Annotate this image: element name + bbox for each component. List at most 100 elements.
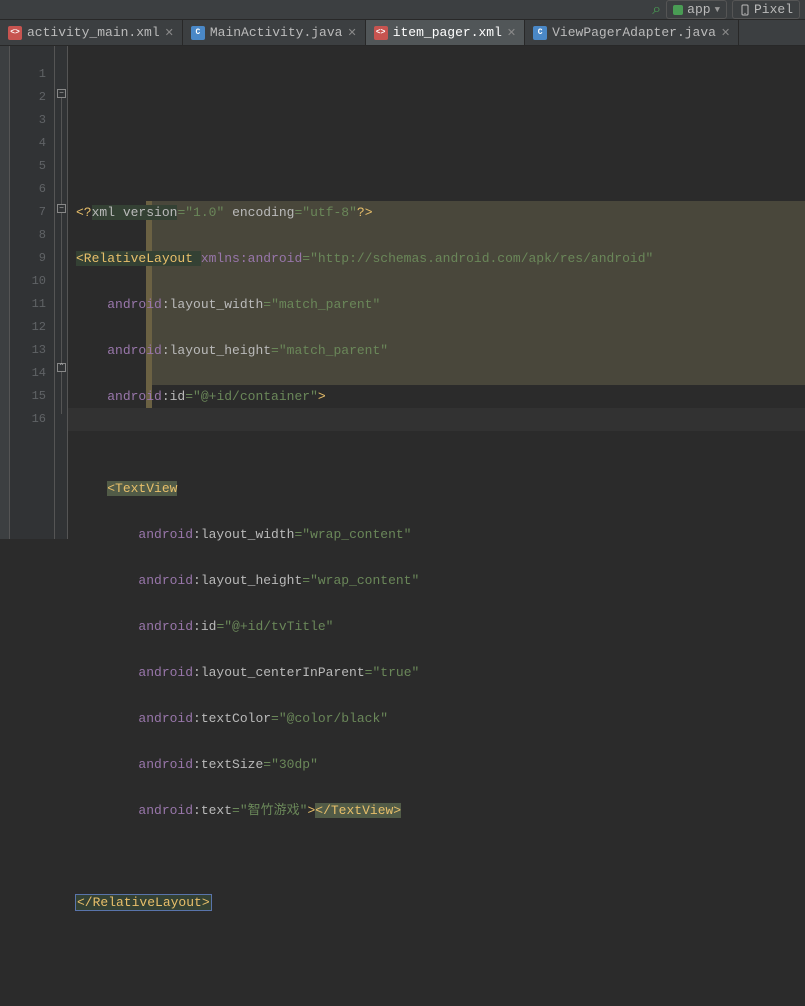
device-icon (739, 4, 751, 16)
fold-toggle-icon[interactable]: − (57, 204, 66, 213)
eq: = (302, 251, 310, 266)
ns: android (107, 389, 162, 404)
tab-main-activity[interactable]: C MainActivity.java ✕ (183, 20, 366, 45)
val: "@+id/container" (193, 389, 318, 404)
ns: android (107, 343, 162, 358)
device-selector[interactable]: Pixel (732, 0, 800, 19)
attr: :layout_width (162, 297, 263, 312)
line-number: 2 (10, 86, 46, 109)
tab-item-pager[interactable]: <> item_pager.xml ✕ (366, 20, 525, 45)
val: "true" (372, 665, 419, 680)
val: "@+id/tvTitle" (224, 619, 333, 634)
search-icon[interactable]: ⌕ (652, 2, 661, 18)
device-label: Pixel (754, 2, 793, 17)
attr: :textSize (193, 757, 263, 772)
attr: :textColor (193, 711, 271, 726)
module-icon (673, 5, 683, 15)
close-icon[interactable]: ✕ (165, 26, 174, 40)
line-number: 8 (10, 224, 46, 247)
code-line (68, 845, 805, 868)
code-line: android:id="@+id/container"> (68, 385, 805, 408)
attr: :text (193, 803, 232, 818)
code-line: <?xml version="1.0" encoding="utf-8"?> (68, 201, 805, 224)
close-icon[interactable]: ✕ (721, 26, 730, 40)
ns: android (138, 711, 193, 726)
line-number: 12 (10, 316, 46, 339)
attr: :layout_height (162, 343, 271, 358)
eq: = (302, 573, 310, 588)
line-number: 6 (10, 178, 46, 201)
close-icon[interactable]: ✕ (347, 26, 356, 40)
val: "1.0" (185, 205, 224, 220)
xml-file-icon: <> (8, 26, 22, 40)
code-line: android:text="智竹游戏"></TextView> (68, 799, 805, 822)
tab-label: MainActivity.java (210, 25, 343, 40)
val: "@color/black" (279, 711, 388, 726)
val: "wrap_content" (302, 527, 411, 542)
xml-decl-end: ?> (357, 205, 373, 220)
val: "智竹游戏" (240, 803, 308, 818)
code-line: android:layout_width="match_parent" (68, 293, 805, 316)
tab-label: activity_main.xml (27, 25, 160, 40)
line-number: 5 (10, 155, 46, 178)
code-line (68, 431, 805, 454)
attr: encoding (224, 205, 294, 220)
fold-end-icon[interactable]: ⌃ (57, 363, 66, 372)
line-number: 16 (10, 408, 46, 431)
line-number: 4 (10, 132, 46, 155)
val: "match_parent" (279, 343, 388, 358)
chevron-down-icon: ▼ (715, 5, 720, 15)
code-line: android:layout_height="match_parent" (68, 339, 805, 362)
code-line: android:textSize="30dp" (68, 753, 805, 776)
ns: android (138, 573, 193, 588)
val: "30dp" (271, 757, 318, 772)
attr: :layout_centerInParent (193, 665, 365, 680)
left-gutter-strip (0, 46, 10, 539)
ns: xmlns: (201, 251, 248, 266)
attr: :id (162, 389, 185, 404)
eq: = (216, 619, 224, 634)
tag-end: </TextView> (315, 803, 401, 818)
fold-toggle-icon[interactable]: − (57, 89, 66, 98)
ns: android (107, 297, 162, 312)
tag-close: > (318, 389, 326, 404)
ns: android (138, 665, 193, 680)
line-number: 9 (10, 247, 46, 270)
line-number: 10 (10, 270, 46, 293)
line-number-gutter: 1 2 3 4 5 6 7 8 9 10 11 12 13 14 15 16 (10, 46, 55, 539)
line-number: 13 (10, 339, 46, 362)
ns: android (138, 527, 193, 542)
editor-tabs: <> activity_main.xml ✕ C MainActivity.ja… (0, 20, 805, 46)
tag-open: <TextView (107, 481, 177, 496)
code-area[interactable]: <?xml version="1.0" encoding="utf-8"?> <… (68, 46, 805, 539)
tab-activity-main[interactable]: <> activity_main.xml ✕ (0, 20, 183, 45)
code-line: <RelativeLayout xmlns:android="http://sc… (68, 247, 805, 270)
xml-decl: <? (76, 205, 92, 220)
ns: android (138, 803, 193, 818)
code-line: </RelativeLayout> (68, 891, 805, 914)
line-number: 14 (10, 362, 46, 385)
code-line: android:layout_height="wrap_content" (68, 569, 805, 592)
val: "match_parent" (271, 297, 380, 312)
val: "utf-8" (302, 205, 357, 220)
close-icon[interactable]: ✕ (507, 26, 516, 40)
tab-label: ViewPagerAdapter.java (552, 25, 716, 40)
java-file-icon: C (533, 26, 547, 40)
module-dropdown[interactable]: app ▼ (666, 0, 727, 19)
attr: :layout_height (193, 573, 302, 588)
attr: xml version (92, 205, 178, 220)
eq: = (263, 297, 271, 312)
eq: = (271, 343, 279, 358)
ns: android (138, 619, 193, 634)
code-editor[interactable]: 1 2 3 4 5 6 7 8 9 10 11 12 13 14 15 16 −… (0, 46, 805, 539)
attr: :layout_width (193, 527, 294, 542)
ns: android (138, 757, 193, 772)
code-content: <?xml version="1.0" encoding="utf-8"?> <… (68, 178, 805, 960)
attr: :id (193, 619, 216, 634)
code-line: android:layout_width="wrap_content" (68, 523, 805, 546)
line-number: 3 (10, 109, 46, 132)
xml-file-icon: <> (374, 26, 388, 40)
module-label: app (687, 2, 710, 17)
tab-viewpager-adapter[interactable]: C ViewPagerAdapter.java ✕ (525, 20, 739, 45)
tab-label: item_pager.xml (393, 25, 502, 40)
